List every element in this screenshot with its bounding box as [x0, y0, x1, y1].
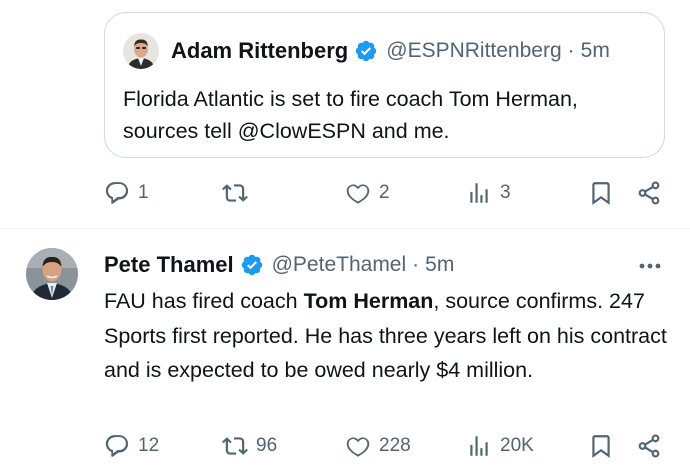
verified-badge-icon[interactable]	[354, 39, 378, 63]
reply-icon	[105, 435, 129, 457]
like-count: 2	[379, 182, 390, 203]
tweet-header: Pete Thamel @PeteThamel · 5m	[104, 250, 454, 280]
author-name[interactable]: Pete Thamel	[104, 252, 234, 278]
heart-icon	[346, 437, 370, 457]
tweet-text-part1: FAU has fired coach	[104, 289, 304, 313]
tweet-actions: 12 96 228 20K	[104, 430, 670, 462]
reply-icon	[105, 182, 129, 204]
retweet-count: 96	[256, 435, 278, 456]
timestamp[interactable]: 5m	[581, 39, 610, 63]
more-options-button[interactable]	[636, 254, 664, 278]
share-button[interactable]	[636, 177, 662, 209]
share-button[interactable]	[636, 430, 662, 462]
views-icon	[470, 183, 488, 203]
author-name[interactable]: Adam Rittenberg	[171, 38, 348, 64]
share-icon	[638, 434, 660, 458]
tweet-text: FAU has fired coach Tom Herman, source c…	[104, 284, 676, 388]
tweet-actions: 1 2 3	[104, 177, 670, 209]
timeline: Adam Rittenberg @ESPNRittenberg · 5m Flo…	[0, 0, 690, 472]
reply-button[interactable]: 12	[104, 430, 159, 462]
views-button[interactable]: 20K	[466, 430, 534, 462]
like-button[interactable]: 2	[345, 177, 390, 209]
like-count: 228	[379, 435, 411, 456]
like-button[interactable]: 228	[345, 430, 411, 462]
retweet-button[interactable]	[222, 177, 256, 209]
quoted-tweet-text: Florida Atlantic is set to fire coach To…	[123, 87, 578, 143]
views-count: 3	[500, 182, 511, 203]
avatar[interactable]	[26, 248, 78, 300]
retweet-icon	[222, 184, 248, 202]
share-icon	[638, 181, 660, 205]
views-icon	[470, 436, 488, 456]
tweet-text-bold: Tom Herman	[303, 289, 434, 313]
author-handle[interactable]: @ESPNRittenberg	[386, 39, 561, 63]
quoted-tweet-header: Adam Rittenberg @ESPNRittenberg · 5m	[123, 33, 610, 69]
retweet-icon	[222, 437, 248, 455]
separator-dot: ·	[412, 253, 420, 276]
views-count: 20K	[500, 435, 534, 456]
heart-icon	[346, 184, 370, 204]
reply-count: 12	[138, 435, 160, 456]
timestamp[interactable]: 5m	[425, 253, 454, 277]
reply-button[interactable]: 1	[104, 177, 149, 209]
separator-dot: ·	[567, 39, 575, 62]
bookmark-icon	[592, 435, 610, 458]
more-icon	[639, 263, 661, 269]
bookmark-button[interactable]	[588, 430, 614, 462]
tweet-divider	[0, 228, 690, 229]
retweet-button[interactable]: 96	[222, 430, 277, 462]
author-handle[interactable]: @PeteThamel	[272, 253, 407, 277]
views-button[interactable]: 3	[466, 177, 511, 209]
reply-count: 1	[138, 182, 149, 203]
quoted-tweet-card[interactable]: Adam Rittenberg @ESPNRittenberg · 5m Flo…	[104, 12, 665, 158]
bookmark-icon	[592, 182, 610, 205]
avatar[interactable]	[123, 33, 159, 69]
verified-badge-icon[interactable]	[240, 253, 264, 277]
bookmark-button[interactable]	[588, 177, 614, 209]
